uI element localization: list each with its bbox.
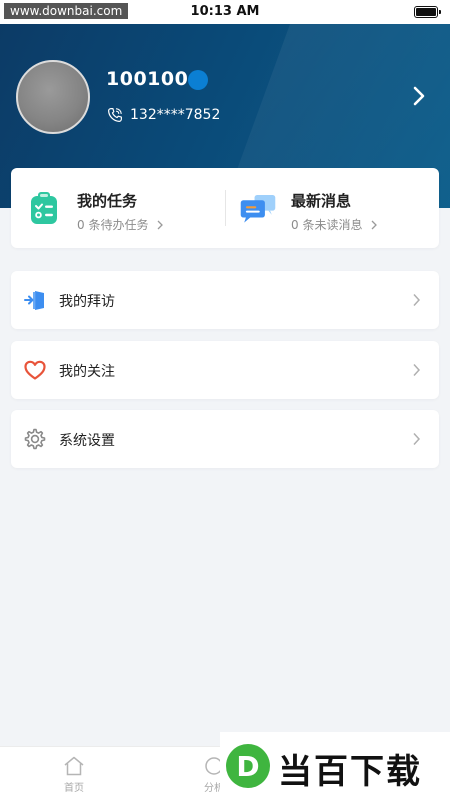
my-tasks-title: 我的任务 <box>77 192 138 210</box>
gear-icon <box>24 428 46 450</box>
tab-home-label: 首页 <box>64 783 84 794</box>
phone-number: 132****7852 <box>130 107 221 123</box>
phone-icon <box>108 108 122 122</box>
latest-messages-title: 最新消息 <box>291 192 352 210</box>
chevron-right-icon <box>157 220 164 229</box>
my-tasks-count: 0 条待办任务 <box>77 218 149 232</box>
chevron-right-icon <box>413 432 421 446</box>
my-tasks-subtitle: 0 条待办任务 <box>77 216 164 233</box>
status-bar: www.downbai.com 10:13 AM <box>0 0 450 24</box>
menu-label-my-follows: 我的关注 <box>59 364 115 380</box>
my-tasks-button[interactable]: 我的任务 0 条待办任务 <box>11 168 225 248</box>
menu-label-system-settings: 系统设置 <box>59 433 115 449</box>
chevron-right-icon <box>413 363 421 377</box>
username: 100100 <box>106 68 189 90</box>
quick-actions-card: 我的任务 0 条待办任务 最新消息 0 条未读消息 <box>11 168 439 248</box>
message-bubbles-icon <box>240 195 276 223</box>
chevron-right-icon[interactable] <box>410 84 428 108</box>
task-clipboard-icon <box>31 192 57 224</box>
visit-door-icon <box>24 291 44 310</box>
battery-icon <box>414 6 441 18</box>
chevron-right-icon <box>371 220 378 229</box>
user-badge-icon <box>188 70 208 90</box>
menu-label-my-visits: 我的拜访 <box>59 294 115 310</box>
latest-messages-subtitle: 0 条未读消息 <box>291 216 378 233</box>
status-time: 10:13 AM <box>190 4 260 19</box>
phone-row: 132****7852 <box>106 106 220 124</box>
home-icon <box>64 756 84 776</box>
unread-messages-count: 0 条未读消息 <box>291 218 363 232</box>
chevron-right-icon <box>413 293 421 307</box>
brand-text: 当百下载 <box>278 752 422 792</box>
heart-icon <box>24 360 46 380</box>
avatar[interactable] <box>16 60 90 134</box>
brand-watermark: D 当百下载 <box>220 732 450 800</box>
brand-logo-icon: D <box>226 744 270 788</box>
latest-messages-button[interactable]: 最新消息 0 条未读消息 <box>225 168 439 248</box>
brand-logo-letter: D <box>236 750 259 783</box>
tab-home[interactable]: 首页 <box>44 755 104 794</box>
menu-item-my-visits[interactable]: 我的拜访 <box>11 271 439 329</box>
menu-item-system-settings[interactable]: 系统设置 <box>11 410 439 468</box>
menu-item-my-follows[interactable]: 我的关注 <box>11 341 439 399</box>
